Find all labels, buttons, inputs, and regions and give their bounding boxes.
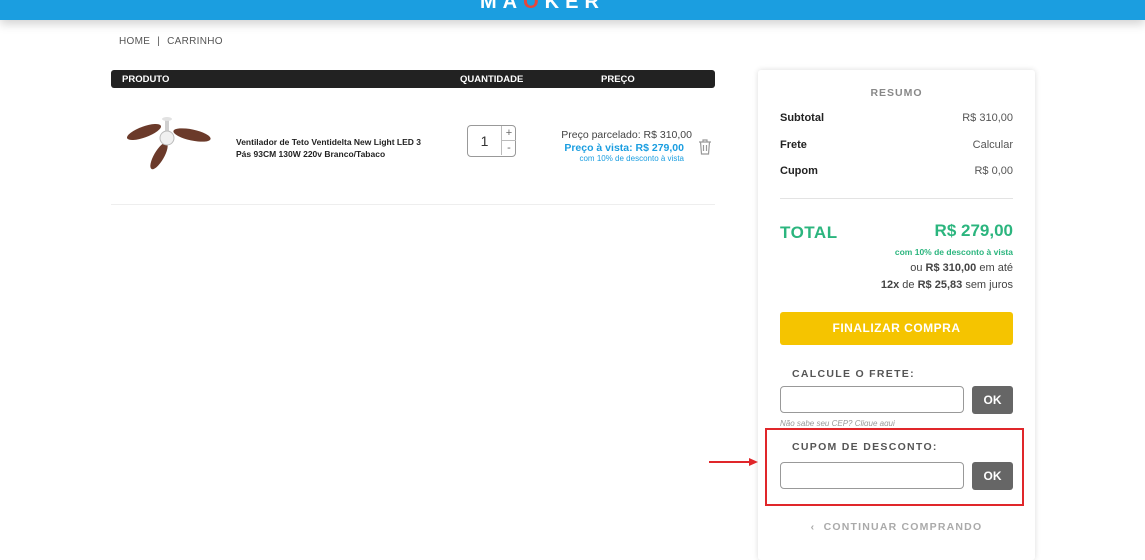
- subtotal-value: R$ 310,00: [962, 112, 1013, 124]
- coupon-label: Cupom: [780, 165, 818, 177]
- shipping-row: Frete Calcular: [780, 139, 1013, 151]
- cep-input[interactable]: [780, 386, 964, 413]
- breadcrumb: HOME | CARRINHO: [119, 36, 223, 47]
- top-header-bar: MAOKER: [0, 0, 1145, 20]
- breadcrumb-current: CARRINHO: [167, 36, 223, 47]
- annotation-arrow-icon: [709, 458, 758, 466]
- coupon-row: Cupom R$ 0,00: [780, 165, 1013, 177]
- finalize-purchase-button[interactable]: FINALIZAR COMPRA: [780, 312, 1013, 345]
- shipping-calc-label: CALCULE O FRETE:: [792, 368, 915, 380]
- subtotal-row: Subtotal R$ 310,00: [780, 112, 1013, 124]
- quantity-decrease-button[interactable]: -: [501, 141, 516, 155]
- store-logo[interactable]: MAOKER: [480, 0, 605, 14]
- shipping-label: Frete: [780, 139, 807, 151]
- cep-help-link[interactable]: Não sabe seu CEP? Clique aqui: [780, 419, 895, 426]
- shipping-calculate-link[interactable]: Calcular: [973, 139, 1013, 151]
- total-label: TOTAL: [780, 223, 838, 242]
- installment-total: ou R$ 310,00 em até: [910, 262, 1013, 274]
- total-discount-note: com 10% de desconto à vista: [894, 247, 1013, 257]
- product-name[interactable]: Ventilador de Teto Ventidelta New Light …: [236, 136, 436, 160]
- continue-shopping-link[interactable]: ‹ CONTINUAR COMPRANDO: [758, 521, 1035, 533]
- shipping-ok-button[interactable]: OK: [972, 386, 1013, 414]
- quantity-value[interactable]: 1: [468, 126, 501, 156]
- summary-title: RESUMO: [870, 87, 923, 99]
- quantity-stepper[interactable]: 1 + -: [467, 125, 516, 157]
- quantity-increase-button[interactable]: +: [501, 126, 516, 141]
- summary-divider: [780, 198, 1013, 199]
- price-cash: Preço à vista: R$ 279,00: [564, 142, 684, 154]
- continue-shopping-label: CONTINUAR COMPRANDO: [823, 521, 983, 533]
- installment-plan: 12x de R$ 25,83 sem juros: [880, 279, 1013, 291]
- column-product: PRODUTO: [122, 74, 170, 85]
- breadcrumb-home[interactable]: HOME: [119, 36, 150, 47]
- total-value: R$ 279,00: [934, 221, 1013, 240]
- cart-table-header: PRODUTO QUANTIDADE PREÇO: [111, 70, 715, 88]
- cart-row-divider: [111, 204, 715, 205]
- price-cash-note: com 10% de desconto à vista: [579, 154, 684, 163]
- product-image[interactable]: [124, 112, 214, 174]
- price-installment: Preço parcelado: R$ 310,00: [561, 129, 692, 141]
- item-price: Preço parcelado: R$ 310,00 Preço à vista…: [540, 129, 692, 163]
- subtotal-label: Subtotal: [780, 112, 824, 124]
- chevron-left-icon: ‹: [810, 521, 816, 533]
- coupon-highlight-box: [765, 428, 1024, 506]
- trash-icon[interactable]: [697, 138, 713, 156]
- column-quantity: QUANTIDADE: [460, 74, 524, 85]
- breadcrumb-separator: |: [157, 36, 161, 47]
- column-price: PREÇO: [601, 74, 635, 85]
- coupon-value: R$ 0,00: [974, 165, 1013, 177]
